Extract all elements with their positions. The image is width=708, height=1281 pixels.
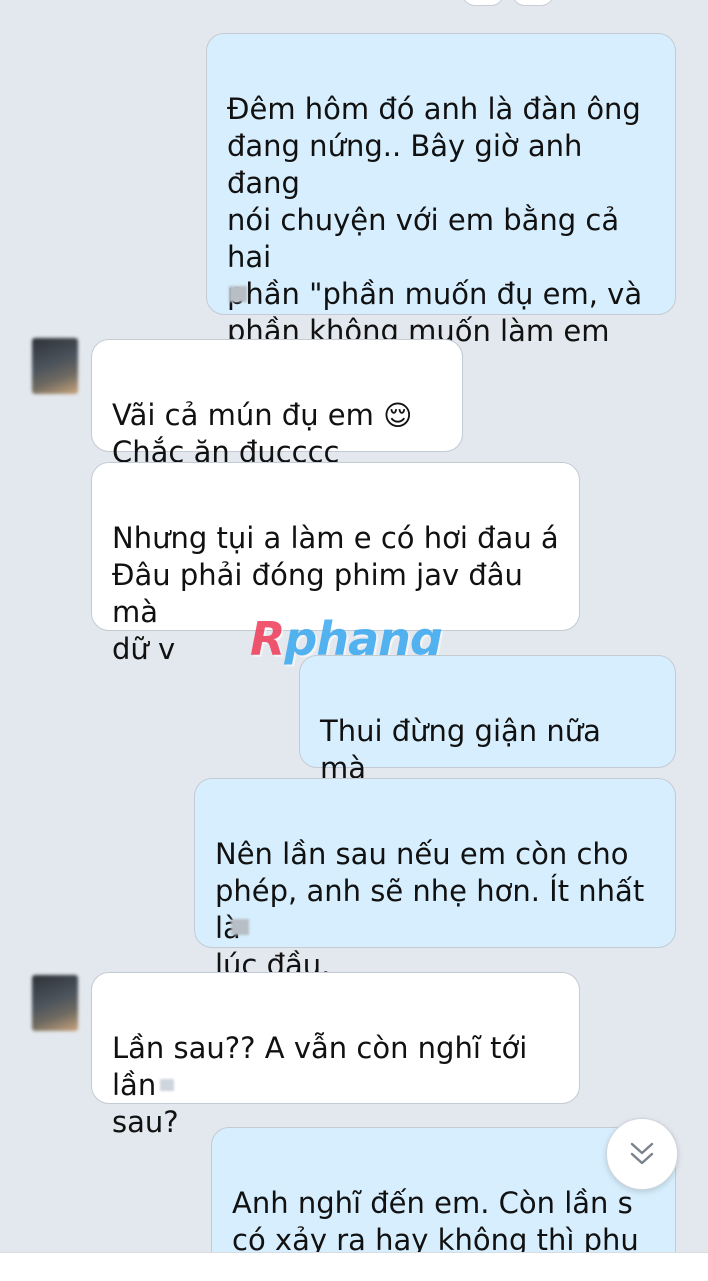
avatar[interactable]	[32, 975, 78, 1031]
message-text: Vãi cả mún đụ em	[112, 398, 374, 432]
message-status-icon	[229, 286, 247, 302]
message-status-icon	[231, 919, 249, 935]
message-text: Nên lần sau nếu em còn cho phép, anh sẽ …	[215, 837, 645, 982]
reaction-stub	[512, 0, 554, 6]
message-status-icon	[160, 1079, 174, 1091]
message-text: Lần sau?? A vẫn còn nghĩ tới lần sau?	[112, 1031, 528, 1139]
chevron-double-down-icon	[630, 1142, 654, 1165]
message-bubble-outgoing[interactable]: Nên lần sau nếu em còn cho phép, anh sẽ …	[194, 778, 676, 982]
message-bubble-incoming[interactable]: Nhưng tụi a làm e có hơi đau á Đâu phải …	[91, 462, 580, 666]
relieved-face-emoji: 😌	[383, 399, 413, 432]
message-bubble-incoming[interactable]: Lần sau?? A vẫn còn nghĩ tới lần sau?	[91, 972, 580, 1139]
scroll-to-bottom-button[interactable]	[606, 1118, 678, 1190]
chat-thread[interactable]: Đêm hôm đó anh là đàn ông đang nứng.. Bâ…	[0, 0, 708, 1252]
message-bubble-incoming[interactable]: Vãi cả mún đụ em 😌 Chắc ăn đụcccc quaaaa	[91, 339, 463, 506]
compose-bar[interactable]	[0, 1252, 708, 1281]
reaction-stub	[462, 0, 504, 6]
message-bubble-outgoing[interactable]: Đêm hôm đó anh là đàn ông đang nứng.. Bâ…	[206, 33, 676, 422]
message-text: Anh nghĩ đến em. Còn lần s có xảy ra hay…	[232, 1186, 639, 1252]
avatar[interactable]	[32, 338, 78, 394]
message-bubble-outgoing[interactable]: Thui đừng giận nữa mà A xin lỗi r	[299, 655, 676, 822]
